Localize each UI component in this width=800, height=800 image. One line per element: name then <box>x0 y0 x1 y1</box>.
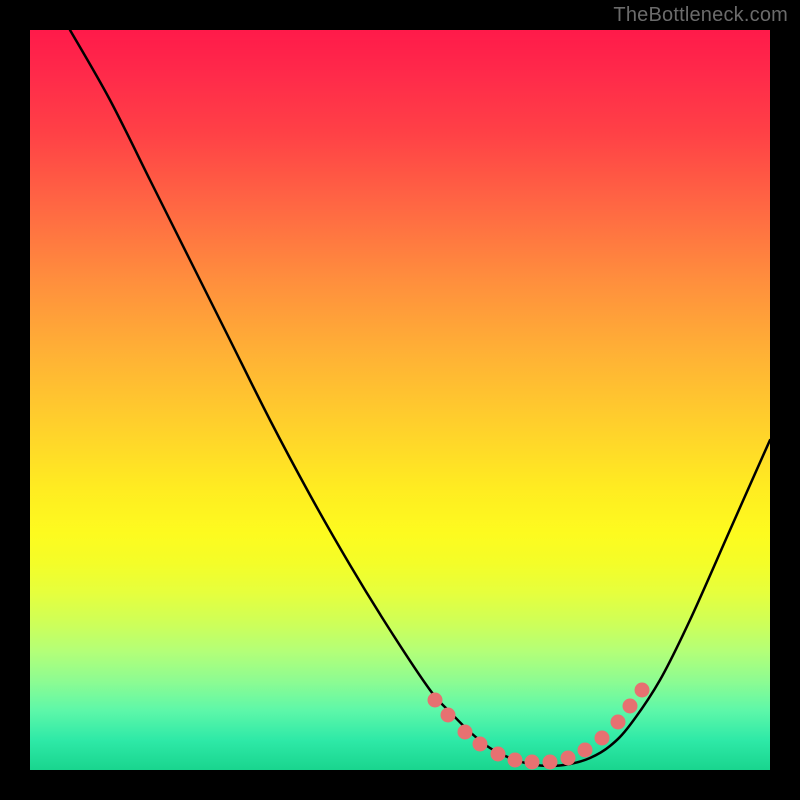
curve-markers <box>428 683 650 770</box>
chart-frame: TheBottleneck.com <box>0 0 800 800</box>
curve-marker <box>595 731 610 746</box>
plot-area <box>30 30 770 770</box>
chart-svg <box>30 30 770 770</box>
curve-marker <box>623 699 638 714</box>
watermark-text: TheBottleneck.com <box>613 4 788 27</box>
curve-marker <box>428 693 443 708</box>
bottleneck-curve <box>70 30 770 766</box>
curve-marker <box>441 708 456 723</box>
curve-marker <box>458 725 473 740</box>
curve-marker <box>473 737 488 752</box>
curve-marker <box>635 683 650 698</box>
curve-marker <box>578 743 593 758</box>
curve-marker <box>611 715 626 730</box>
curve-marker <box>491 747 506 762</box>
curve-marker <box>525 755 540 770</box>
curve-marker <box>561 751 576 766</box>
curve-marker <box>508 753 523 768</box>
curve-marker <box>543 755 558 770</box>
